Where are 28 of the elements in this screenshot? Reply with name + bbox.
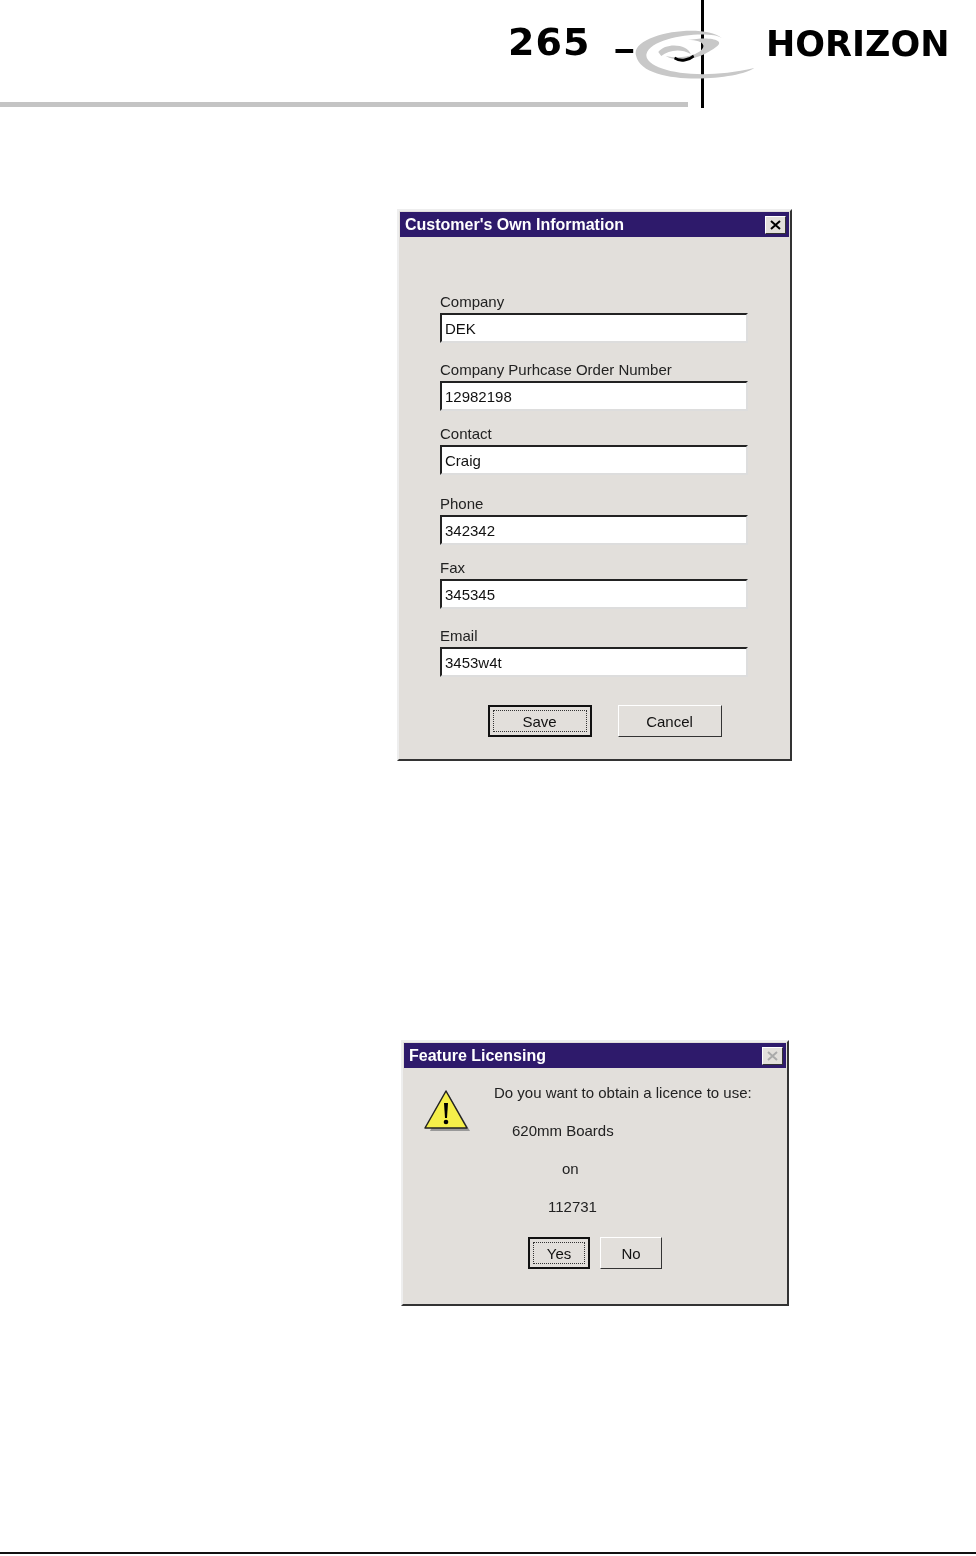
input-field[interactable]: 3453w4t (440, 647, 748, 677)
dialog-button[interactable]: Yes (528, 1237, 590, 1269)
page-number: 265 (508, 22, 591, 62)
input-field[interactable]: DEK (440, 313, 748, 343)
field-label: Email (440, 627, 478, 644)
input-field[interactable]: 12982198 (440, 381, 748, 411)
input-field[interactable]: Craig (440, 445, 748, 475)
dialog-title: Feature Licensing (409, 1046, 546, 1065)
message-text: 112731 (548, 1198, 597, 1215)
input-field[interactable]: 345345 (440, 579, 748, 609)
close-button[interactable] (765, 215, 786, 234)
close-icon (770, 219, 781, 230)
field-label: Fax (440, 559, 465, 576)
dialog-button[interactable]: No (600, 1237, 662, 1269)
field-label: Phone (440, 495, 484, 512)
brand-logo-text: HORIZON (766, 24, 950, 64)
dialog-button[interactable]: Cancel (617, 705, 722, 737)
message-text: 620mm Boards (512, 1122, 614, 1139)
dialog-button[interactable]: Save (487, 705, 592, 737)
field-label: Company Purhcase Order Number (440, 361, 672, 378)
message-text: Do you want to obtain a licence to use: (494, 1084, 752, 1101)
dialog-title: Customer's Own Information (405, 215, 624, 234)
close-icon (767, 1050, 778, 1061)
input-field[interactable]: 342342 (440, 515, 748, 545)
field-label: Company (440, 293, 505, 310)
field-label: Contact (440, 425, 492, 442)
warning-icon (421, 1088, 471, 1134)
message-text: on (562, 1160, 579, 1177)
